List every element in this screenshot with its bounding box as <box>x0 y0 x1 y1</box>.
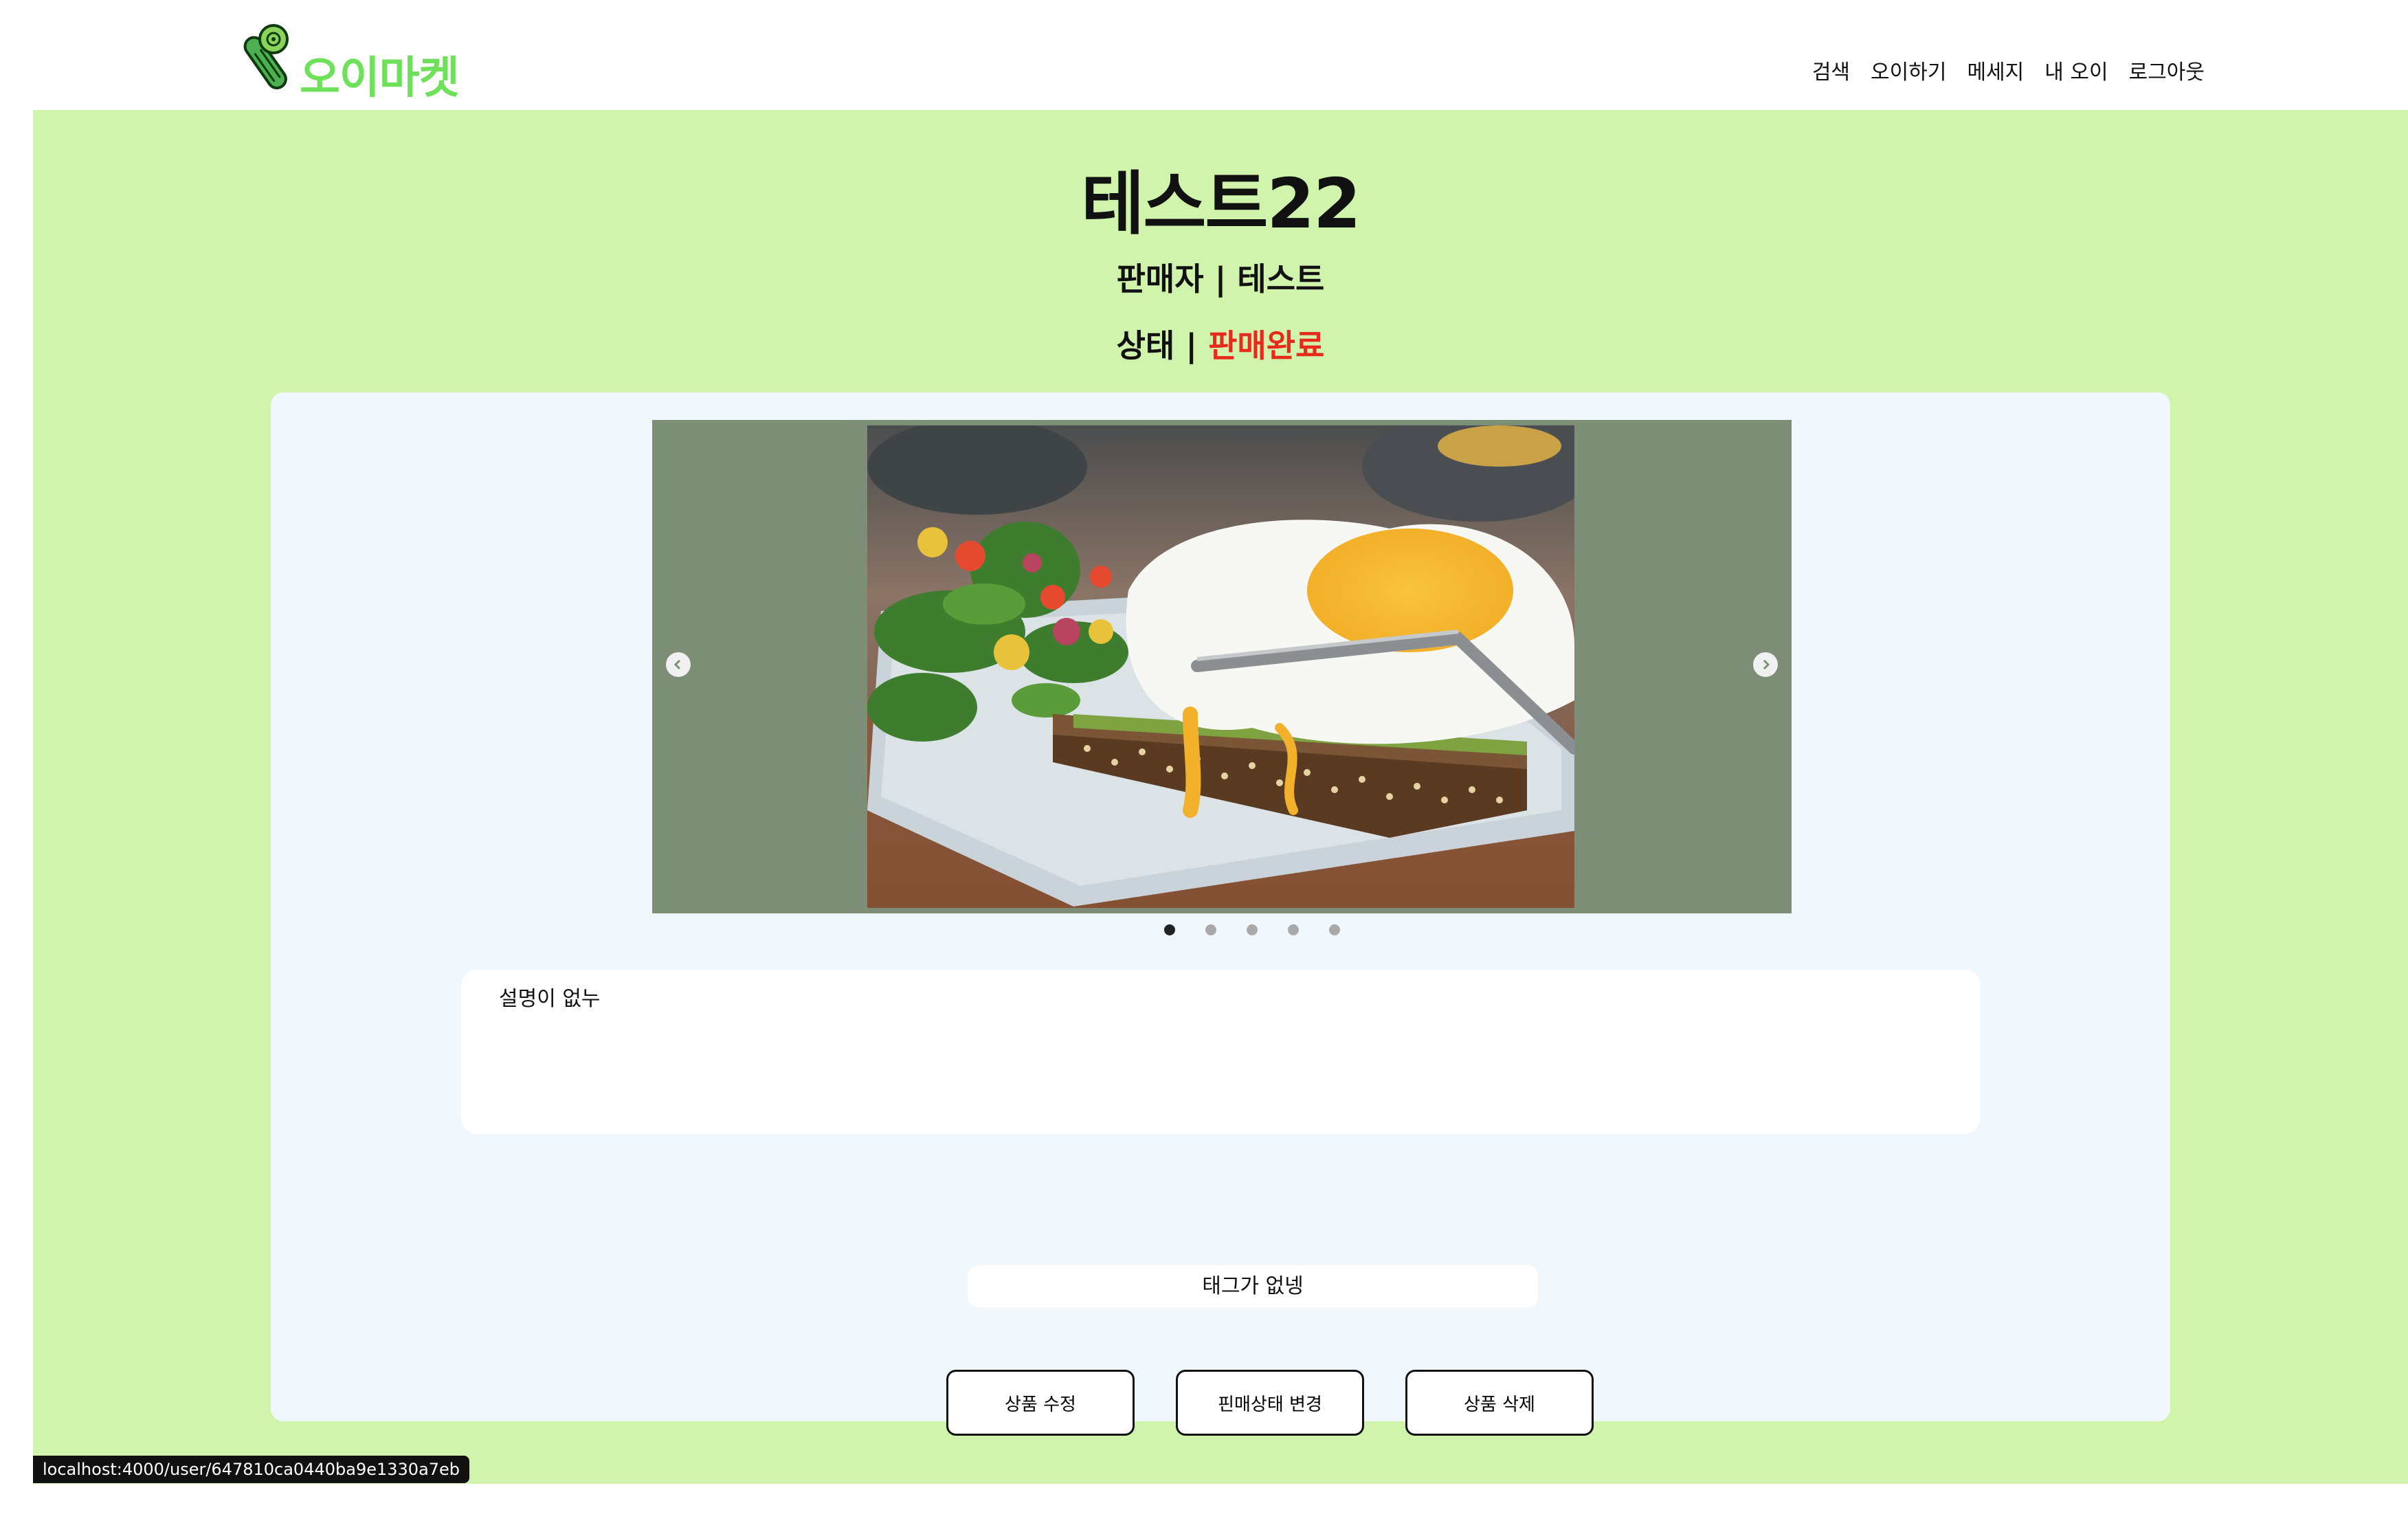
status-value: 판매완료 <box>1208 327 1325 364</box>
product-photo <box>867 425 1574 908</box>
carousel-dot-3[interactable] <box>1247 924 1258 935</box>
carousel-dot-5[interactable] <box>1329 924 1340 935</box>
image-carousel <box>652 420 1792 913</box>
chevron-right-icon <box>1763 659 1770 670</box>
product-title: 테스트22 <box>1081 164 1361 244</box>
description-text: 설명이 없누 <box>499 987 601 1011</box>
carousel-dot-4[interactable] <box>1288 924 1299 935</box>
description-box: 설명이 없누 <box>461 969 1981 1134</box>
seller-info: 판매자 | 테스트 <box>1116 260 1325 298</box>
edit-product-button[interactable]: 상품 수정 <box>946 1370 1135 1436</box>
carousel-dot-1[interactable] <box>1164 924 1175 935</box>
nav-search[interactable]: 검색 <box>1812 55 1850 85</box>
product-detail-page: 테스트22 판매자 | 테스트 상태 | 판매완료 설명이 없누 태그가 없넹 … <box>33 110 2408 1484</box>
top-header: 오이마켓 검색 오이하기 메세지 내 오이 로그아웃 <box>0 0 2408 110</box>
status-label: 상태 | <box>1116 327 1209 364</box>
cucumber-logo-icon <box>243 24 289 89</box>
carousel-dots <box>1164 924 1340 935</box>
carousel-dot-2[interactable] <box>1205 924 1216 935</box>
nav-logout[interactable]: 로그아웃 <box>2129 55 2205 85</box>
tags-box: 태그가 없넹 <box>968 1265 1538 1308</box>
carousel-prev-button[interactable] <box>666 652 691 677</box>
nav-sell[interactable]: 오이하기 <box>1871 55 1946 85</box>
nav-my-oi[interactable]: 내 오이 <box>2044 55 2108 85</box>
logo[interactable]: 오이마켓 <box>234 12 460 106</box>
nav-messages[interactable]: 메세지 <box>1967 55 2024 85</box>
top-nav: 검색 오이하기 메세지 내 오이 로그아웃 <box>1812 55 2205 85</box>
delete-product-button[interactable]: 상품 삭제 <box>1405 1370 1594 1436</box>
chevron-left-icon <box>673 659 681 670</box>
product-card: 설명이 없누 태그가 없넹 상품 수정 핀매상태 변경 상품 삭제 <box>271 392 2170 1436</box>
avocado-toast-image <box>867 425 1574 908</box>
browser-status-url: localhost:4000/user/647810ca0440ba9e1330… <box>33 1456 470 1483</box>
logo-text[interactable]: 오이마켓 <box>300 43 460 106</box>
action-buttons: 상품 수정 핀매상태 변경 상품 삭제 <box>946 1370 1594 1436</box>
change-status-button[interactable]: 핀매상태 변경 <box>1176 1370 1364 1436</box>
carousel-next-button[interactable] <box>1753 652 1778 677</box>
sale-status: 상태 | 판매완료 <box>33 321 2408 366</box>
